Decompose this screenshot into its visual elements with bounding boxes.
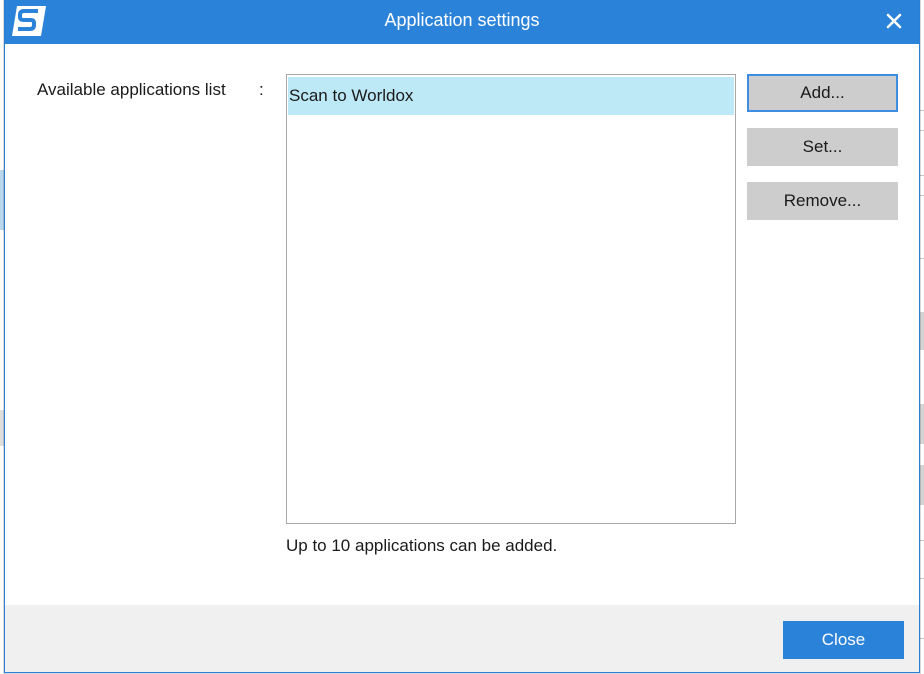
close-icon[interactable] <box>885 12 903 30</box>
dialog-footer: Close <box>5 605 919 672</box>
close-button[interactable]: Close <box>783 621 904 659</box>
window-title: Application settings <box>384 10 540 30</box>
available-applications-label: Available applications list <box>37 80 226 99</box>
title-bar[interactable]: Application settings <box>5 0 919 44</box>
list-item[interactable]: Scan to Worldox <box>288 77 734 115</box>
application-settings-dialog: Application settings Available applicati… <box>4 0 920 673</box>
application-limit-hint: Up to 10 applications can be added. <box>286 536 558 555</box>
label-colon: : <box>259 80 264 99</box>
remove-button[interactable]: Remove... <box>747 182 898 220</box>
applications-listbox[interactable]: Scan to Worldox <box>286 74 736 524</box>
set-button[interactable]: Set... <box>747 128 898 166</box>
add-button[interactable]: Add... <box>747 74 898 112</box>
